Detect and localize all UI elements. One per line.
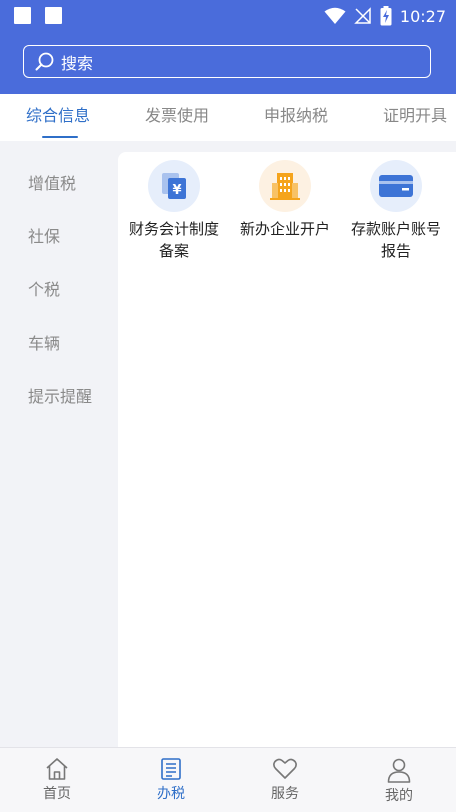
- nav-label: 我的: [385, 788, 413, 804]
- no-signal-icon: [354, 7, 371, 24]
- sidebar-item-reminders[interactable]: 提示提醒: [28, 383, 92, 407]
- battery-charging-icon: [380, 6, 392, 26]
- service-label: 新办企业开户: [239, 220, 330, 238]
- home-icon: [46, 758, 68, 780]
- search-input[interactable]: 搜索: [23, 45, 431, 78]
- nav-label: 服务: [271, 786, 299, 802]
- search-icon: [35, 52, 54, 70]
- sidebar-item-vat[interactable]: 增值税: [28, 170, 76, 194]
- status-time: 10:27: [399, 6, 446, 26]
- svg-text:¥: ¥: [172, 183, 181, 198]
- service-label: 存款账户账号报告: [350, 220, 441, 260]
- bottom-navigation: 首页 办税 服务 我的: [0, 747, 456, 812]
- notification-icon: [14, 7, 31, 24]
- service-new-enterprise-account[interactable]: 新办企业开户: [229, 160, 341, 240]
- nav-home[interactable]: 首页: [0, 748, 114, 812]
- service-panel: ¥ 财务会计制度备案 新办企业开户 存款账户账号报告: [118, 152, 456, 747]
- nav-service[interactable]: 服务: [228, 748, 342, 812]
- nav-mine[interactable]: 我的: [342, 748, 456, 812]
- wifi-icon: [324, 7, 346, 24]
- heart-icon: [273, 758, 297, 779]
- tab-certificate-issuing[interactable]: 证明开具: [383, 94, 447, 141]
- nav-label: 首页: [43, 786, 71, 802]
- category-sidebar: 增值税 社保 个税 车辆 提示提醒: [0, 141, 118, 747]
- service-deposit-account-report[interactable]: 存款账户账号报告: [340, 160, 452, 262]
- tab-comprehensive-info[interactable]: 综合信息: [26, 94, 90, 141]
- sidebar-item-vehicle[interactable]: 车辆: [28, 330, 60, 354]
- card-icon: [370, 160, 422, 212]
- header: 搜索: [0, 32, 456, 94]
- active-tab-indicator: [42, 136, 78, 138]
- status-bar: 10:27: [0, 0, 456, 32]
- search-placeholder: 搜索: [61, 53, 94, 73]
- sidebar-item-social-security[interactable]: 社保: [28, 223, 60, 247]
- tab-bar: 综合信息 发票使用 申报纳税 证明开具: [0, 94, 456, 141]
- building-icon: [259, 160, 311, 212]
- list-icon: [161, 758, 181, 780]
- sidebar-item-income-tax[interactable]: 个税: [28, 276, 60, 300]
- person-icon: [387, 758, 411, 783]
- service-accounting-filing[interactable]: ¥ 财务会计制度备案: [118, 160, 230, 262]
- nav-tax[interactable]: 办税: [114, 748, 228, 812]
- nav-label: 办税: [157, 786, 185, 802]
- notification-icon: [45, 7, 62, 24]
- tab-tax-filing[interactable]: 申报纳税: [264, 94, 328, 141]
- tab-invoice-usage[interactable]: 发票使用: [145, 94, 209, 141]
- service-label: 财务会计制度备案: [128, 220, 219, 260]
- document-yen-icon: ¥: [148, 160, 200, 212]
